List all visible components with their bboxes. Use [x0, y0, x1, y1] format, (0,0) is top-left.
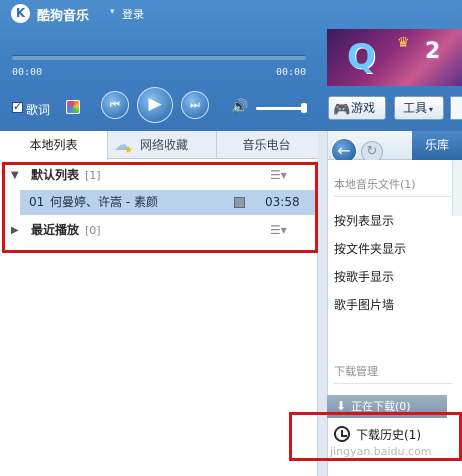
game-button[interactable]: 🎮 游戏 — [328, 96, 386, 120]
panel-scrollbar[interactable] — [452, 160, 462, 216]
volume-icon[interactable]: 🔊 — [231, 99, 248, 115]
tab-net-favorites[interactable]: ☁ ★ 网络收藏 — [112, 131, 212, 159]
download-section-label: 下载管理 — [334, 365, 378, 378]
app-title: 酷狗音乐 — [37, 9, 90, 24]
tab-net-label: 网络收藏 — [140, 138, 189, 152]
gamepad-icon: 🎮 — [333, 102, 351, 118]
banner-logo-q: Q — [347, 37, 376, 77]
local-files-label: 本地音乐文件(1) — [334, 178, 416, 191]
progress-bar[interactable] — [12, 55, 306, 60]
banner-logo-number: 2 — [425, 39, 441, 64]
artist-photo-wall[interactable]: 歌手图片墙 — [334, 296, 394, 313]
player-header: K 酷狗音乐 ▾ 登录 00:00 00:00 歌词 ⏮ ▶ ⏭ 🔊 Q ♛ 2… — [0, 0, 462, 131]
divider — [334, 196, 452, 197]
ad-banner[interactable]: Q ♛ 2 — [327, 29, 462, 86]
lyrics-label: 歌词 — [26, 103, 51, 117]
game-button-label: 游戏 — [351, 101, 376, 115]
next-button[interactable]: ⏭ — [181, 91, 209, 119]
user-dropdown-icon[interactable]: ▾ — [110, 7, 115, 17]
highlight-box-history — [289, 412, 462, 461]
kugou-logo-icon: K — [11, 4, 30, 23]
time-elapsed: 00:00 — [12, 67, 43, 78]
divider — [334, 383, 452, 384]
crown-icon: ♛ — [397, 35, 410, 51]
skin-palette-icon[interactable] — [66, 100, 80, 114]
play-button[interactable]: ▶ — [137, 87, 173, 123]
tools-button-label: 工具 — [403, 101, 428, 115]
view-by-list[interactable]: 按列表显示 — [334, 212, 394, 229]
chevron-down-icon: ▾ — [429, 105, 434, 114]
tab-radio[interactable]: 音乐电台 — [216, 131, 316, 159]
left-tabs: 本地列表 ☁ ★ 网络收藏 音乐电台 — [0, 131, 318, 160]
tools-button[interactable]: 工具 ▾ — [394, 96, 444, 120]
tab-library[interactable]: 乐库 — [412, 131, 462, 160]
view-by-folder[interactable]: 按文件夹显示 — [334, 240, 406, 257]
volume-knob[interactable] — [301, 103, 307, 113]
login-link[interactable]: 登录 — [122, 6, 144, 22]
time-total: 00:00 — [276, 67, 307, 78]
previous-button[interactable]: ⏮ — [101, 91, 129, 119]
lyrics-checkbox[interactable] — [12, 100, 23, 113]
overflow-button[interactable] — [450, 96, 462, 120]
volume-slider[interactable] — [256, 107, 306, 110]
highlight-box-playlist — [2, 162, 318, 253]
view-by-artist[interactable]: 按歌手显示 — [334, 268, 394, 285]
tab-local-list[interactable]: 本地列表 — [0, 131, 108, 160]
